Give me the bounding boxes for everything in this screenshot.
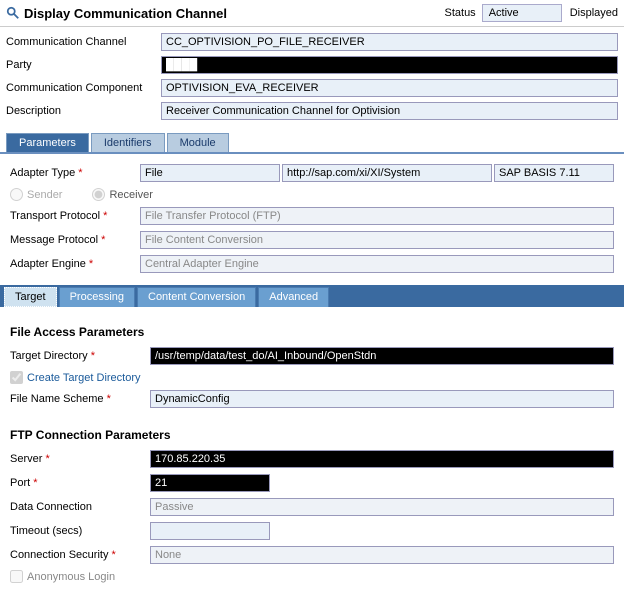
adapter-engine-field[interactable]: Central Adapter Engine: [140, 255, 614, 273]
subtab-processing[interactable]: Processing: [59, 287, 135, 307]
message-protocol-field[interactable]: File Content Conversion: [140, 231, 614, 249]
comm-component-field[interactable]: OPTIVISION_EVA_RECEIVER: [161, 79, 618, 97]
adapter-engine-label: Adapter Engine *: [10, 258, 140, 270]
receiver-radio[interactable]: Receiver: [92, 188, 152, 201]
tab-module[interactable]: Module: [167, 133, 229, 152]
magnifier-icon: [6, 6, 20, 20]
tab-parameters[interactable]: Parameters: [6, 133, 89, 152]
port-field[interactable]: 21: [150, 474, 270, 492]
anonymous-login-checkbox[interactable]: [10, 570, 23, 583]
port-label: Port *: [10, 477, 150, 489]
create-target-dir-label: Create Target Directory: [27, 372, 141, 384]
comm-channel-label: Communication Channel: [6, 36, 161, 48]
connection-security-label: Connection Security *: [10, 549, 150, 561]
adapter-type-field[interactable]: File: [140, 164, 280, 182]
subtab-content-conversion[interactable]: Content Conversion: [137, 287, 256, 307]
transport-protocol-field[interactable]: File Transfer Protocol (FTP): [140, 207, 614, 225]
sender-radio[interactable]: Sender: [10, 188, 62, 201]
main-tabs: Parameters Identifiers Module: [0, 133, 624, 154]
sub-tabs: Target Processing Content Conversion Adv…: [0, 285, 624, 307]
target-directory-label: Target Directory *: [10, 350, 150, 362]
page-title: Display Communication Channel: [24, 6, 445, 21]
target-directory-field[interactable]: /usr/temp/data/test_do/AI_Inbound/OpenSt…: [150, 347, 614, 365]
server-field[interactable]: 170.85.220.35: [150, 450, 614, 468]
status-label: Status: [445, 7, 476, 19]
connection-security-field[interactable]: None: [150, 546, 614, 564]
adapter-type-label: Adapter Type *: [10, 167, 140, 179]
data-connection-field[interactable]: Passive: [150, 498, 614, 516]
create-target-dir-checkbox[interactable]: [10, 371, 23, 384]
timeout-field[interactable]: [150, 522, 270, 540]
message-protocol-label: Message Protocol *: [10, 234, 140, 246]
timeout-label: Timeout (secs): [10, 525, 150, 537]
comm-channel-field[interactable]: CC_OPTIVISION_PO_FILE_RECEIVER: [161, 33, 618, 51]
adapter-namespace-field[interactable]: http://sap.com/xi/XI/System: [282, 164, 492, 182]
anonymous-login-label: Anonymous Login: [27, 571, 115, 583]
sender-radio-input: [10, 188, 23, 201]
data-connection-label: Data Connection: [10, 501, 150, 513]
comm-component-label: Communication Component: [6, 82, 161, 94]
file-name-scheme-label: File Name Scheme *: [10, 393, 150, 405]
party-label: Party: [6, 59, 161, 71]
server-label: Server *: [10, 453, 150, 465]
party-field[interactable]: ████: [161, 56, 618, 74]
description-field[interactable]: Receiver Communication Channel for Optiv…: [161, 102, 618, 120]
ftp-section-title: FTP Connection Parameters: [10, 428, 614, 442]
adapter-version-field[interactable]: SAP BASIS 7.11: [494, 164, 614, 182]
file-name-scheme-field[interactable]: DynamicConfig: [150, 390, 614, 408]
transport-protocol-label: Transport Protocol *: [10, 210, 140, 222]
subtab-advanced[interactable]: Advanced: [258, 287, 329, 307]
description-label: Description: [6, 105, 161, 117]
displayed-label: Displayed: [570, 7, 618, 19]
tab-identifiers[interactable]: Identifiers: [91, 133, 165, 152]
receiver-radio-input: [92, 188, 105, 201]
subtab-target[interactable]: Target: [4, 287, 57, 307]
file-access-section-title: File Access Parameters: [10, 325, 614, 339]
status-value: Active: [482, 4, 562, 22]
